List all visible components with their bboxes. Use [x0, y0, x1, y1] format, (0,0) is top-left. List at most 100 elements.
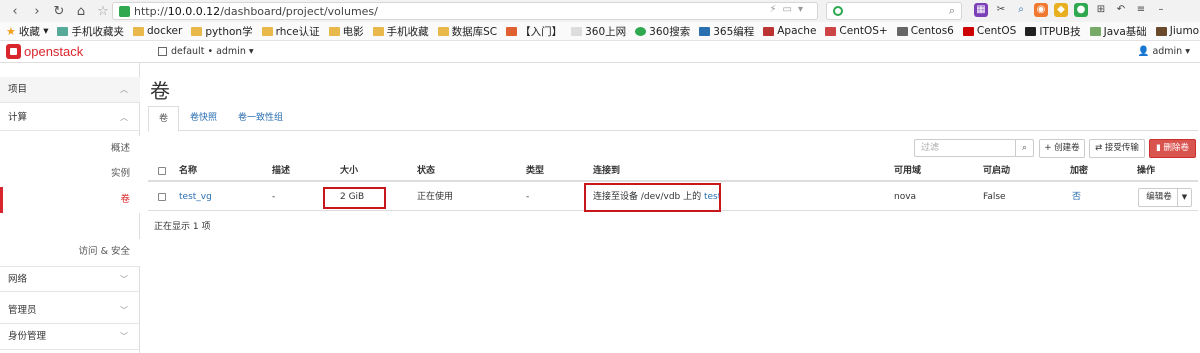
bookmark-item[interactable]: Apache [763, 25, 816, 37]
extension-icon[interactable]: ▦ [974, 3, 988, 17]
game-icon[interactable]: ◉ [1034, 3, 1048, 17]
chevron-up-icon: ︿ [120, 113, 128, 122]
tab-bar: 卷 卷快照 卷一致性组 [148, 106, 1198, 132]
sidebar: 项目︿ 计算︿ 概述 实例 卷 映像 访问 & 安全 网络﹀ 管理员﹀ 身份管理… [0, 63, 140, 353]
column-header[interactable]: 可启动 [983, 162, 1010, 180]
volume-name-link[interactable]: test_vg [179, 183, 212, 211]
site-icon [699, 26, 711, 36]
caret-down-icon[interactable]: ▼ [1177, 189, 1191, 206]
column-header[interactable]: 连接到 [593, 162, 620, 180]
bootable-value: False [983, 192, 1006, 202]
openstack-logo[interactable]: openstack [6, 44, 83, 59]
bookmark-item[interactable]: rhce认证 [261, 24, 320, 39]
select-all-checkbox[interactable] [158, 167, 166, 175]
column-header[interactable]: 加密 [1070, 162, 1088, 180]
bookmarks-bar: ★ 收藏 ▾ 手机收藏夹 docker python学 rhce认证 电影 手机收… [0, 22, 1200, 41]
search-icon[interactable]: ⌕ [1014, 3, 1028, 17]
page-icon [571, 26, 583, 36]
bookmark-item[interactable]: 365编程 [699, 24, 754, 39]
sidebar-item-access-security[interactable]: 访问 & 安全 [0, 239, 140, 265]
create-volume-button[interactable]: + 创建卷 [1039, 139, 1085, 158]
size-highlight-box [323, 187, 386, 209]
search-icon[interactable]: ⌕ [949, 4, 955, 18]
secure-shield-icon [119, 5, 130, 17]
sidebar-item-overview[interactable]: 概述 [0, 136, 140, 162]
column-header: 操作 [1137, 166, 1156, 176]
sidebar-item-volumes[interactable]: 卷 [0, 187, 140, 213]
bookmark-item[interactable]: 【入门】 [506, 24, 562, 39]
folder-icon [328, 26, 340, 36]
item-count: 正在显示 1 项 [154, 222, 211, 232]
browser-search-input[interactable]: ⌕ [826, 2, 962, 20]
row-checkbox[interactable] [158, 193, 166, 201]
sidebar-item-admin[interactable]: 管理员 ﹀ [0, 298, 140, 324]
user-menu[interactable]: 👤 admin ▾ [1138, 46, 1190, 57]
bookmark-item[interactable]: 手机收藏夹 [57, 24, 124, 39]
chevron-down-icon: ﹀ [120, 275, 128, 284]
bookmark-item[interactable]: 电影 [328, 24, 364, 39]
project-selector[interactable]: default • admin ▾ [158, 46, 254, 57]
encrypted-value[interactable]: 否 [1072, 183, 1081, 211]
bookmark-item[interactable]: 手机收藏 [372, 24, 429, 39]
home-icon[interactable]: ⌂ [70, 4, 92, 19]
feather-icon [763, 26, 775, 36]
shield-icon[interactable]: ◆ [1054, 3, 1068, 17]
column-header[interactable]: 大小 [340, 162, 358, 180]
cube-icon [158, 47, 167, 56]
sidebar-item-network[interactable]: 网络 ﹀ [0, 266, 140, 292]
folder-icon [261, 26, 273, 36]
site-icon [896, 26, 908, 36]
wechat-icon[interactable]: ● [1074, 3, 1088, 17]
sidebar-item-project[interactable]: 项目 ︿ [0, 77, 140, 103]
filter-input[interactable]: 过滤 ⌕ [914, 139, 1034, 157]
sidebar-item-identity[interactable]: 身份管理 ﹀ [0, 324, 140, 350]
undo-icon[interactable]: ↶ [1114, 3, 1128, 17]
scissors-icon[interactable]: ✂ [994, 3, 1008, 17]
delete-volumes-button[interactable]: ▮ 删除卷 [1149, 139, 1196, 158]
bookmark-item[interactable]: CentOS+ [825, 25, 888, 37]
tab-volumes[interactable]: 卷 [148, 106, 180, 132]
back-icon[interactable]: ‹ [4, 4, 26, 19]
reload-icon[interactable]: ↻ [48, 4, 70, 19]
bookmark-item[interactable]: CentOS [962, 25, 1016, 37]
table-header: 名称 描述 大小 状态 类型 连接到 可用域 可启动 加密 操作 [148, 162, 1198, 182]
column-header[interactable]: 描述 [272, 162, 290, 180]
bookmark-item[interactable]: Centos6 [896, 25, 954, 37]
search-icon[interactable]: ⌕ [1015, 140, 1033, 156]
bookmark-icon[interactable]: ☆ [92, 4, 114, 19]
column-header[interactable]: 状态 [417, 162, 435, 180]
folder-icon [372, 26, 384, 36]
site-icon [1089, 26, 1101, 36]
bookmark-item[interactable]: Java基础 [1089, 24, 1147, 39]
user-icon: 👤 [1137, 46, 1150, 57]
page-title: 卷 [150, 79, 170, 103]
menu-icon[interactable]: ≡ [1134, 3, 1148, 17]
sidebar-item-instances[interactable]: 实例 [0, 161, 140, 187]
sidebar-item-compute[interactable]: 计算 ︿ [0, 105, 140, 131]
minimize-icon[interactable]: – [1154, 3, 1168, 17]
openstack-logo-icon [6, 44, 21, 59]
address-tools-icon[interactable]: ⚡▭▾ [770, 4, 810, 15]
accept-transfer-button[interactable]: ⇄ 接受传输 [1089, 139, 1145, 158]
edit-volume-button[interactable]: 编辑卷 ▼ [1138, 188, 1192, 207]
forward-icon[interactable]: › [26, 4, 48, 19]
column-header[interactable]: 可用域 [894, 162, 921, 180]
address-bar[interactable]: http://10.0.0.12/dashboard/project/volum… [112, 2, 818, 20]
tab-volume-snapshots[interactable]: 卷快照 [180, 106, 227, 131]
bookmark-item[interactable]: Jiumo E [1155, 25, 1200, 37]
column-header[interactable]: 名称 [179, 162, 197, 180]
bookmark-item[interactable]: docker [132, 25, 182, 37]
apps-grid-icon[interactable]: ⊞ [1094, 3, 1108, 17]
column-header[interactable]: 类型 [526, 162, 544, 180]
search-engine-icon [833, 6, 843, 16]
tab-consistency-groups[interactable]: 卷一致性组 [228, 106, 293, 131]
bookmark-item[interactable]: 360搜索 [635, 24, 690, 39]
bookmark-item[interactable]: 360上网 [571, 24, 626, 39]
bookmark-item[interactable]: ITPUB技 [1025, 24, 1081, 39]
bookmark-item[interactable]: 数据库SC [437, 24, 497, 39]
browser-extensions: ▦ ✂ ⌕ ◉ ◆ ● ⊞ ↶ ≡ – [974, 3, 1168, 17]
bookmark-favorites[interactable]: ★ 收藏 ▾ [6, 24, 48, 39]
availability-zone: nova [894, 192, 917, 202]
site-icon [1025, 26, 1037, 36]
bookmark-item[interactable]: python学 [191, 24, 253, 39]
